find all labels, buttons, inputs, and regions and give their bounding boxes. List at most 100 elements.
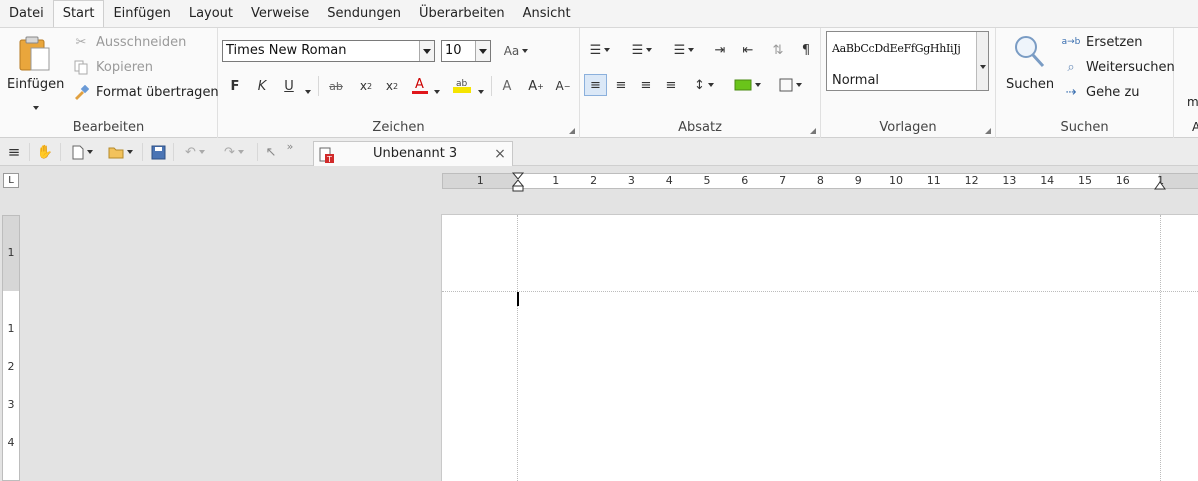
text-boundary-top — [442, 291, 1198, 292]
format-painter-button[interactable]: Format übertragen — [96, 85, 219, 100]
search-button[interactable]: Suchen — [1006, 77, 1054, 92]
underline-button[interactable]: U — [280, 76, 298, 96]
cut-button[interactable]: Ausschneiden — [96, 35, 186, 50]
numbered-list-icon[interactable]: ☰ — [628, 40, 656, 60]
menu-layout[interactable]: Layout — [180, 0, 242, 27]
paste-icon[interactable] — [14, 33, 54, 75]
search-icon[interactable] — [1012, 33, 1046, 69]
font-size-dropdown-icon[interactable] — [475, 41, 490, 61]
font-size-combo[interactable]: 10 — [441, 40, 491, 62]
redo-icon[interactable]: ↷ — [217, 142, 251, 162]
ruler-number: 4 — [665, 174, 673, 187]
style-normal[interactable]: Normal — [832, 73, 879, 88]
font-color-icon[interactable]: A — [410, 74, 430, 96]
ruler-number: 14 — [1040, 174, 1055, 187]
close-tab-icon[interactable]: × — [492, 145, 508, 163]
menu-datei[interactable]: Datei — [0, 0, 53, 27]
replace-button[interactable]: Ersetzen — [1086, 35, 1143, 50]
italic-button[interactable]: K — [253, 76, 271, 96]
indent-marker-icon[interactable] — [511, 172, 525, 192]
find-next-button[interactable]: Weitersuchen — [1086, 60, 1175, 75]
ruler-number: 1 — [476, 174, 484, 187]
styles-dialog-launcher-icon[interactable] — [985, 128, 991, 134]
ruler-number: 1 — [552, 174, 560, 187]
document-icon: T — [318, 146, 336, 164]
align-center-icon[interactable]: ≡ — [611, 74, 631, 96]
highlight-dropdown-icon[interactable] — [475, 83, 484, 98]
vruler-number: 3 — [7, 398, 15, 411]
paragraph-dialog-launcher-icon[interactable] — [810, 128, 816, 134]
ruler-number: 2 — [590, 174, 598, 187]
ruler-number: 11 — [926, 174, 941, 187]
shrink-font-icon[interactable]: A − — [553, 76, 573, 96]
change-case-icon[interactable]: Aa — [499, 40, 533, 62]
style-gallery-scrollbar[interactable] — [976, 32, 988, 90]
text-boundary-left — [517, 215, 518, 481]
find-next-icon: ⌕ — [1067, 59, 1075, 75]
overflow-text-2: A — [1192, 120, 1198, 134]
subscript-icon[interactable]: x2 — [356, 76, 376, 96]
font-name-combo[interactable]: Times New Roman — [222, 40, 435, 62]
document-tab-title: Unbenannt 3 — [373, 146, 458, 161]
hamburger-menu-icon[interactable]: ≡ — [4, 142, 24, 162]
select-pointer-icon[interactable]: ↖ — [262, 142, 280, 162]
bullet-list-icon[interactable]: ☰ — [586, 40, 614, 60]
right-indent-marker-icon[interactable] — [1154, 178, 1166, 190]
font-dialog-launcher-icon[interactable] — [569, 128, 575, 134]
save-icon[interactable] — [148, 142, 168, 162]
menu-ansicht[interactable]: Ansicht — [514, 0, 580, 27]
quick-access-toolbar: ≡ ✋ ↶ ↷ ↖ » T Unbenannt 3 × — [0, 138, 1198, 166]
font-name-dropdown-icon[interactable] — [419, 41, 434, 61]
sort-icon[interactable]: ⇅ — [768, 40, 788, 60]
align-right-icon[interactable]: ≡ — [636, 74, 656, 96]
vertical-ruler[interactable]: 1 1 2 3 4 — [2, 215, 20, 481]
copy-button[interactable]: Kopieren — [96, 60, 153, 75]
clear-formatting-icon[interactable]: A — [497, 76, 517, 96]
group-paragraph: ☰ ☰ ☰ ⇥ ⇤ ⇅ ¶ ≡ ≡ ≡ ≡ ↕ Absatz — [580, 28, 821, 138]
ruler-row: L 1 1 2 3 4 5 6 7 8 9 10 11 12 13 14 15 16 1 — [0, 166, 1198, 196]
justify-icon[interactable]: ≡ — [661, 74, 681, 96]
document-page[interactable] — [441, 214, 1198, 481]
align-left-icon[interactable]: ≡ — [584, 74, 607, 96]
strikethrough-icon[interactable]: ab — [326, 76, 346, 96]
menu-sendungen[interactable]: Sendungen — [318, 0, 410, 27]
pilcrow-icon[interactable]: ¶ — [796, 40, 816, 60]
open-folder-icon[interactable] — [103, 142, 137, 162]
hand-icon[interactable]: ✋ — [35, 142, 55, 162]
vruler-number: 4 — [7, 436, 15, 449]
style-gallery-dropdown-icon[interactable] — [980, 58, 986, 73]
svg-text:A: A — [415, 77, 424, 92]
undo-icon[interactable]: ↶ — [178, 142, 212, 162]
ribbon: Einfügen ✂ Ausschneiden Kopieren Format … — [0, 27, 1198, 138]
outline-list-icon[interactable]: ☰ — [670, 40, 698, 60]
group-label-absatz: Absatz — [678, 120, 722, 135]
replace-icon: a→b — [1061, 37, 1081, 47]
line-spacing-icon[interactable]: ↕ — [688, 74, 720, 96]
increase-indent-icon[interactable]: ⇥ — [710, 40, 730, 60]
underline-dropdown-icon[interactable] — [302, 83, 311, 98]
text-boundary-right — [1160, 215, 1161, 481]
highlight-icon[interactable]: ab — [451, 74, 473, 96]
menu-einfuegen[interactable]: Einfügen — [104, 0, 179, 27]
menu-start[interactable]: Start — [52, 0, 105, 27]
overflow-chevron-icon[interactable]: » — [283, 139, 297, 153]
style-gallery[interactable]: AaBbCcDdEeFfGgHhIiJj Normal — [826, 31, 989, 91]
bold-button[interactable]: F — [226, 76, 244, 96]
ruler-number: 16 — [1115, 174, 1130, 187]
menu-verweise[interactable]: Verweise — [242, 0, 318, 27]
decrease-indent-icon[interactable]: ⇤ — [738, 40, 758, 60]
ruler-number: 3 — [627, 174, 635, 187]
menu-ueberarbeiten[interactable]: Überarbeiten — [410, 0, 514, 27]
paste-dropdown-icon[interactable] — [30, 99, 39, 114]
horizontal-ruler[interactable]: 1 1 2 3 4 5 6 7 8 9 10 11 12 13 14 15 16 1 — [442, 172, 1198, 192]
document-tab[interactable]: T Unbenannt 3 × — [313, 141, 513, 166]
font-color-dropdown-icon[interactable] — [431, 83, 440, 98]
shading-icon[interactable] — [730, 74, 764, 96]
new-document-icon[interactable] — [66, 142, 98, 162]
grow-font-icon[interactable]: A + — [526, 76, 546, 96]
goto-button[interactable]: Gehe zu — [1086, 85, 1140, 100]
tab-stop-selector-icon[interactable]: L — [3, 173, 19, 188]
paste-button[interactable]: Einfügen — [7, 77, 64, 92]
borders-icon[interactable] — [773, 74, 807, 96]
superscript-icon[interactable]: x2 — [382, 76, 402, 96]
